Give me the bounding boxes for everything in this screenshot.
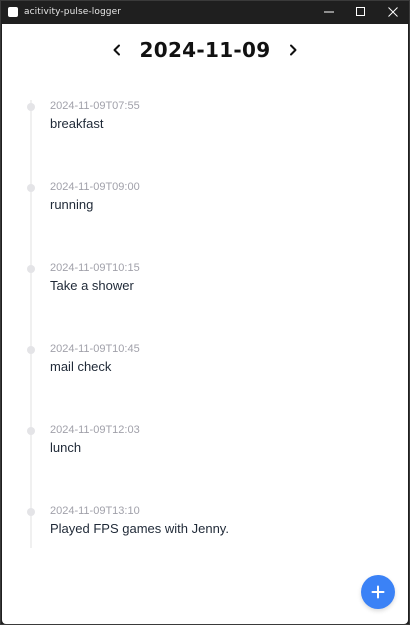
plus-icon xyxy=(371,585,385,599)
entry-activity: Take a shower xyxy=(50,278,134,293)
date-navigator: 2024-11-09 xyxy=(2,36,408,64)
entry-activity: running xyxy=(50,197,94,212)
main-content: 2024-11-09 2024-11-09T07:55 breakfast 20… xyxy=(2,24,408,624)
next-day-button[interactable] xyxy=(284,41,302,59)
timeline-dot xyxy=(27,184,35,192)
app-window: acitivity-pulse-logger 2024-11-09 2024-1… xyxy=(0,0,410,625)
timeline-entry[interactable]: 2024-11-09T10:45 mail check xyxy=(2,343,408,383)
maximize-button[interactable] xyxy=(345,1,377,23)
entry-timestamp: 2024-11-09T10:15 xyxy=(50,262,140,274)
entry-activity: mail check xyxy=(50,359,112,374)
timeline-entry[interactable]: 2024-11-09T13:10 Played FPS games with J… xyxy=(2,505,408,545)
close-button[interactable] xyxy=(377,1,409,23)
entry-timestamp: 2024-11-09T12:03 xyxy=(50,424,140,436)
entry-activity: breakfast xyxy=(50,116,104,131)
entry-timestamp: 2024-11-09T09:00 xyxy=(50,181,140,193)
minimize-icon xyxy=(324,11,334,13)
title-bar[interactable]: acitivity-pulse-logger xyxy=(1,1,409,23)
entry-timestamp: 2024-11-09T13:10 xyxy=(50,505,140,517)
timeline-line xyxy=(30,100,32,548)
prev-day-button[interactable] xyxy=(108,41,126,59)
window-title: acitivity-pulse-logger xyxy=(24,7,122,17)
entry-activity: lunch xyxy=(50,440,82,455)
chevron-right-icon xyxy=(290,44,297,56)
close-icon xyxy=(388,7,398,17)
timeline-entry[interactable]: 2024-11-09T07:55 breakfast xyxy=(2,100,408,140)
entry-activity: Played FPS games with Jenny. xyxy=(50,521,229,536)
maximize-icon xyxy=(356,7,365,16)
timeline-dot xyxy=(27,103,35,111)
entry-timestamp: 2024-11-09T07:55 xyxy=(50,100,140,112)
timeline-dot xyxy=(27,508,35,516)
add-entry-button[interactable] xyxy=(361,575,395,609)
entry-timestamp: 2024-11-09T10:45 xyxy=(50,343,140,355)
timeline-entry[interactable]: 2024-11-09T09:00 running xyxy=(2,181,408,221)
timeline-dot xyxy=(27,427,35,435)
chevron-left-icon xyxy=(113,44,120,56)
current-date: 2024-11-09 xyxy=(139,38,271,62)
minimize-button[interactable] xyxy=(313,1,345,23)
timeline-dot xyxy=(27,265,35,273)
timeline-entry[interactable]: 2024-11-09T12:03 lunch xyxy=(2,424,408,464)
timeline-entry[interactable]: 2024-11-09T10:15 Take a shower xyxy=(2,262,408,302)
app-icon xyxy=(8,7,18,17)
window-controls xyxy=(313,1,409,23)
timeline-dot xyxy=(27,346,35,354)
